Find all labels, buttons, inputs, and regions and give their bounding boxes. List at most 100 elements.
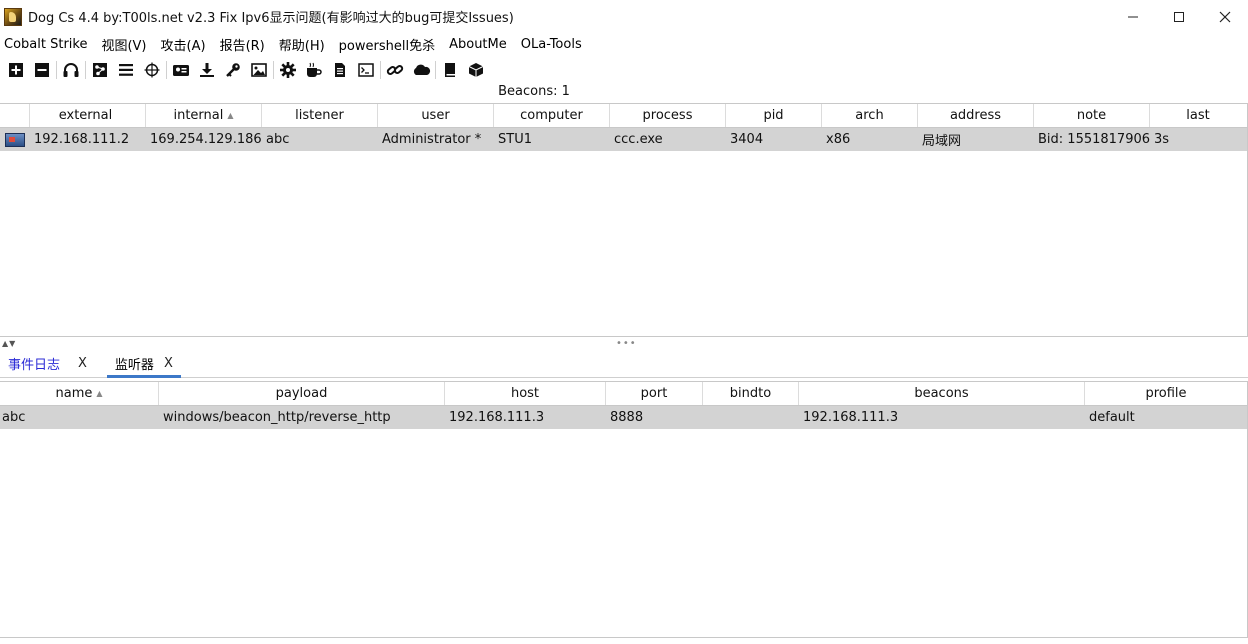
beacon-row-icon-cell xyxy=(0,128,30,151)
menu-view[interactable]: 视图(V) xyxy=(97,35,154,54)
column-header-user[interactable]: user xyxy=(378,104,494,127)
title-bar: Dog Cs 4.4 by:T00ls.net v2.3 Fix Ipv6显示问… xyxy=(0,0,1248,33)
key-icon xyxy=(226,63,240,77)
column-header-address[interactable]: address xyxy=(918,104,1034,127)
cell-listener: abc xyxy=(266,132,290,147)
minimize-button[interactable] xyxy=(1110,0,1156,33)
cell-note: Bid: 1551817906 ... xyxy=(1038,132,1150,147)
targets-button[interactable] xyxy=(139,58,165,82)
cell-pid: 3404 xyxy=(730,132,764,147)
column-header-computer[interactable]: computer xyxy=(494,104,610,127)
credentials-button[interactable] xyxy=(168,58,194,82)
sort-ascending-icon: ▲ xyxy=(96,389,103,398)
beacon-count: Beacons: 1 xyxy=(498,84,570,99)
web-delivery-button[interactable] xyxy=(353,58,379,82)
about-button[interactable] xyxy=(463,58,489,82)
column-header-beacons[interactable]: beacons xyxy=(799,382,1085,405)
close-button[interactable] xyxy=(1202,0,1248,33)
package-icon xyxy=(468,63,484,77)
column-header-bindto[interactable]: bindto xyxy=(703,382,799,405)
disconnect-button[interactable] xyxy=(29,58,55,82)
column-header-pid[interactable]: pid xyxy=(726,104,822,127)
maximize-button[interactable] xyxy=(1156,0,1202,33)
new-connection-button[interactable] xyxy=(3,58,29,82)
column-header-arch[interactable]: arch xyxy=(822,104,918,127)
host-file-button[interactable] xyxy=(408,58,434,82)
java-attack-button[interactable] xyxy=(301,58,327,82)
menu-help[interactable]: 帮助(H) xyxy=(275,35,333,54)
tab-event-log-label: 事件日志 xyxy=(8,357,61,373)
cell-arch: x86 xyxy=(826,132,851,147)
toolbar-separator xyxy=(273,61,274,79)
splitter-arrows-icon[interactable]: ▲▼ xyxy=(2,339,16,348)
headphones-icon xyxy=(63,63,79,77)
column-header-note[interactable]: note xyxy=(1034,104,1150,127)
gear-icon xyxy=(280,62,296,78)
coffee-icon xyxy=(307,62,322,77)
bottom-border xyxy=(0,637,1248,638)
column-header-internal[interactable]: internal ▲ xyxy=(146,104,262,127)
pivot-graph-button[interactable] xyxy=(87,58,113,82)
menu-attack[interactable]: 攻击(A) xyxy=(157,35,214,54)
keystrokes-button[interactable] xyxy=(220,58,246,82)
session-table-button[interactable] xyxy=(113,58,139,82)
cell-address: 局域网 xyxy=(922,134,962,149)
window-title: Dog Cs 4.4 by:T00ls.net v2.3 Fix Ipv6显示问… xyxy=(28,11,514,26)
help-docs-button[interactable] xyxy=(437,58,463,82)
window-controls xyxy=(1110,0,1248,33)
cell-internal: 169.254.129.186 xyxy=(150,132,262,147)
list-icon xyxy=(119,64,133,76)
cell-user: Administrator * xyxy=(382,132,482,147)
toolbar-separator xyxy=(166,61,167,79)
toolbar-separator xyxy=(380,61,381,79)
beacon-monitor-icon xyxy=(5,132,25,147)
book-icon xyxy=(445,63,455,77)
cell-port: 8888 xyxy=(610,410,644,425)
listener-table: name ▲ payload host port bindto beacons p… xyxy=(0,381,1248,637)
menu-reports[interactable]: 报告(R) xyxy=(216,35,273,54)
table-row[interactable]: 192.168.111.2 169.254.129.186 abc Admini… xyxy=(0,128,1247,151)
tab-listeners-close-icon[interactable]: X xyxy=(164,356,173,371)
app-logo-icon xyxy=(4,7,22,26)
minimize-icon xyxy=(1128,16,1138,17)
sort-ascending-icon: ▲ xyxy=(227,111,234,120)
column-header-external[interactable]: external xyxy=(30,104,146,127)
menu-powershell[interactable]: powershell免杀 xyxy=(335,35,443,54)
download-icon xyxy=(200,63,214,77)
column-header-profile[interactable]: profile xyxy=(1085,382,1247,405)
manage-sites-button[interactable] xyxy=(382,58,408,82)
column-header-icon[interactable] xyxy=(0,104,30,127)
tab-event-log[interactable]: 事件日志 X xyxy=(0,349,95,377)
panel-splitter[interactable]: ▲▼ ••• xyxy=(0,337,1248,349)
cell-name: abc xyxy=(2,410,26,425)
screenshots-button[interactable] xyxy=(246,58,272,82)
beacon-table: external internal ▲ listener user compute… xyxy=(0,103,1248,337)
office-macro-button[interactable] xyxy=(327,58,353,82)
column-header-host[interactable]: host xyxy=(445,382,606,405)
maximize-icon xyxy=(1174,11,1184,22)
listeners-button[interactable] xyxy=(58,58,84,82)
column-header-name[interactable]: name ▲ xyxy=(0,382,159,405)
column-header-listener[interactable]: listener xyxy=(262,104,378,127)
plus-icon xyxy=(9,63,23,77)
payload-generator-button[interactable] xyxy=(275,58,301,82)
splitter-grip-icon[interactable]: ••• xyxy=(616,338,637,349)
cell-bindto xyxy=(703,406,799,429)
link-icon xyxy=(386,65,404,75)
menu-ola-tools[interactable]: OLa-Tools xyxy=(517,37,590,52)
menu-cobalt-strike[interactable]: Cobalt Strike xyxy=(0,37,95,52)
terminal-icon xyxy=(358,63,374,77)
column-header-port[interactable]: port xyxy=(606,382,703,405)
tab-listeners[interactable]: 监听器 X xyxy=(106,349,181,378)
downloads-button[interactable] xyxy=(194,58,220,82)
column-header-process[interactable]: process xyxy=(610,104,726,127)
document-icon xyxy=(335,63,345,77)
id-card-icon xyxy=(173,65,189,76)
tab-event-log-close-icon[interactable]: X xyxy=(78,356,87,371)
listener-table-header: name ▲ payload host port bindto beacons p… xyxy=(0,381,1247,406)
column-header-payload[interactable]: payload xyxy=(159,382,445,405)
table-row[interactable]: abc windows/beacon_http/reverse_http 192… xyxy=(0,406,1247,429)
target-icon xyxy=(144,62,160,78)
menu-aboutme[interactable]: AboutMe xyxy=(445,37,515,52)
column-header-last[interactable]: last xyxy=(1150,104,1246,127)
